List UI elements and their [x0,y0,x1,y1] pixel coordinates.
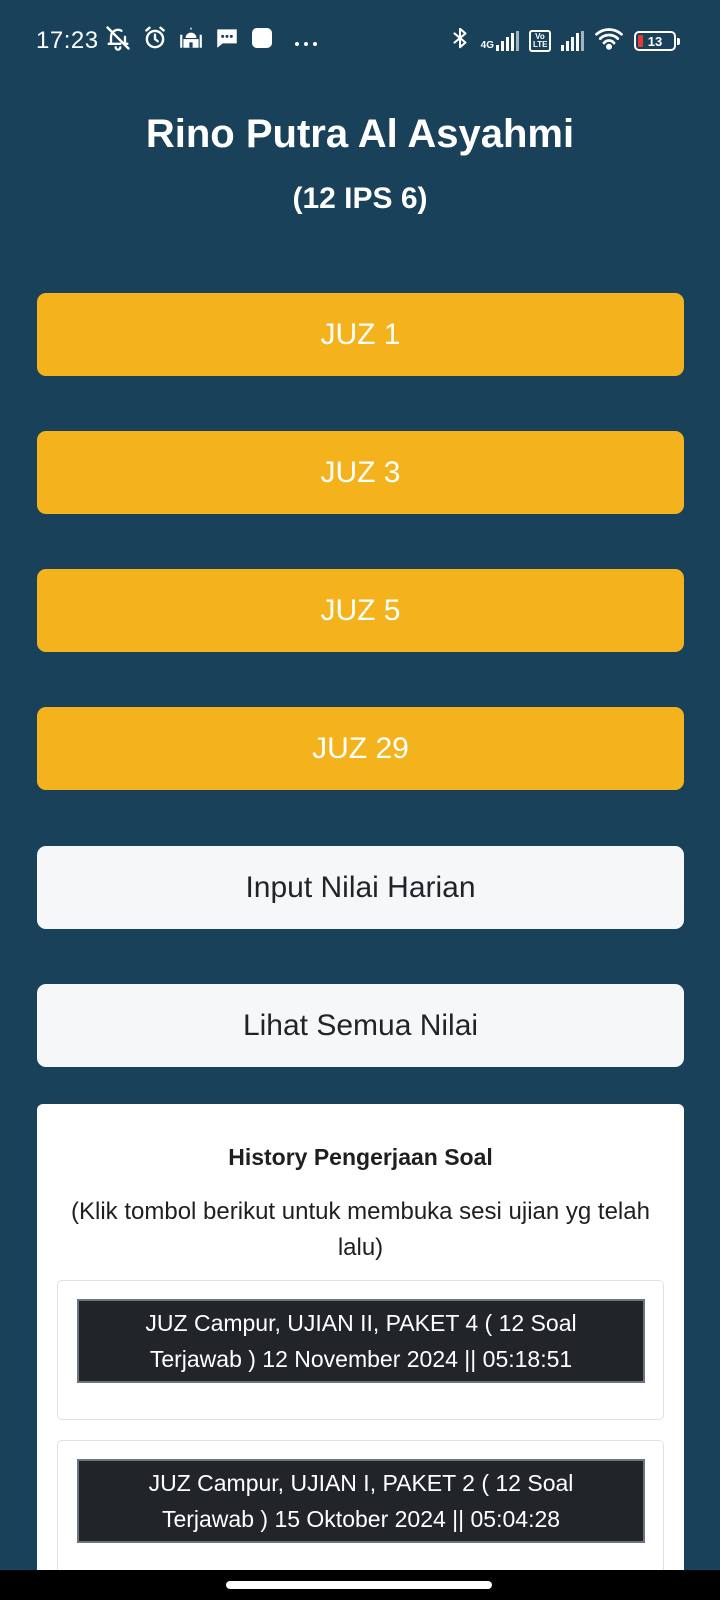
status-bar: 17:23 4G Vo LTE 13 [0,0,720,84]
status-left-icons [104,24,318,59]
home-gesture-handle[interactable] [226,1581,492,1589]
signal-icon: 4G [481,31,519,51]
navigation-bar [0,1570,720,1600]
input-nilai-harian-button[interactable]: Input Nilai Harian [37,846,684,929]
signal-icon [561,31,584,51]
wifi-icon [594,25,624,58]
student-name: Rino Putra Al Asyahmi [145,112,575,156]
status-right-icons: 4G Vo LTE 13 [449,24,680,59]
juz-1-button[interactable]: JUZ 1 [37,293,684,376]
notifications-off-icon [104,24,132,59]
app-icon [250,26,274,57]
history-subtitle: (Klik tombol berikut untuk membuka sesi … [71,1198,650,1261]
app-screen: 17:23 4G Vo LTE 13 Rino Putra Al Asyahmi… [0,0,720,1600]
history-title: History Pengerjaan Soal [228,1144,493,1170]
history-card: History Pengerjaan Soal (Klik tombol ber… [37,1104,684,1600]
lihat-semua-nilai-button[interactable]: Lihat Semua Nilai [37,984,684,1067]
bluetooth-icon [449,24,471,59]
volte-icon: Vo LTE [529,30,551,52]
juz-29-button[interactable]: JUZ 29 [37,707,684,790]
network-type: 4G [480,40,494,51]
history-session-button[interactable]: JUZ Campur, UJIAN II, PAKET 4 ( 12 Soal … [77,1299,645,1383]
history-item: JUZ Campur, UJIAN II, PAKET 4 ( 12 Soal … [57,1280,664,1420]
juz-3-button[interactable]: JUZ 3 [37,431,684,514]
battery-icon: 13 [634,31,680,51]
student-class: (12 IPS 6) [292,182,428,215]
status-time: 17:23 [36,27,99,54]
juz-5-button[interactable]: JUZ 5 [37,569,684,652]
battery-level: 13 [647,33,663,49]
mosque-icon [178,25,204,58]
more-icon [294,27,318,55]
history-session-button[interactable]: JUZ Campur, UJIAN I, PAKET 2 ( 12 Soal T… [77,1459,645,1543]
alarm-icon [142,25,168,58]
history-item: JUZ Campur, UJIAN I, PAKET 2 ( 12 Soal T… [57,1440,664,1580]
message-icon [214,25,240,58]
